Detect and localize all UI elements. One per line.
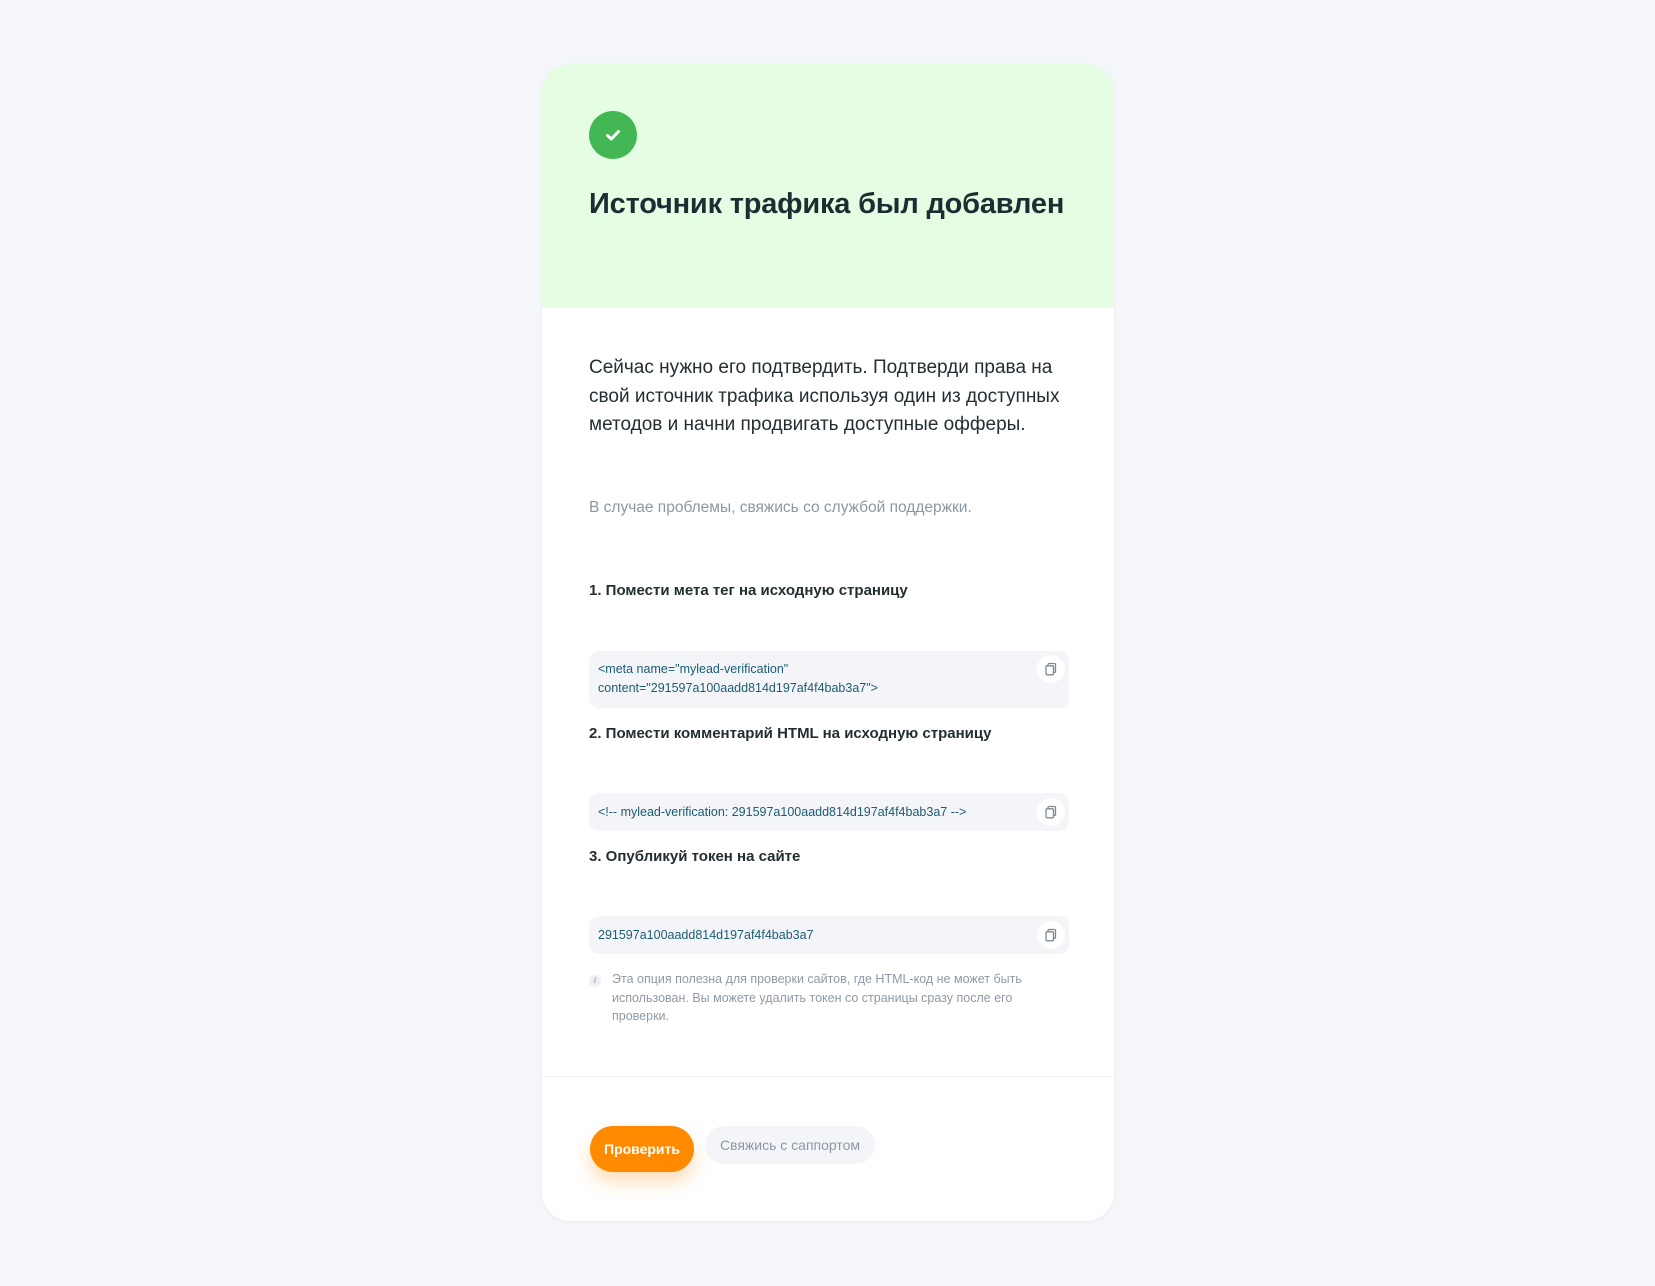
copy-meta-tag-button[interactable] [1037, 655, 1065, 683]
copy-icon [1044, 805, 1058, 819]
token-code[interactable]: 291597a100aadd814d197af4f4bab3a7 [598, 926, 814, 945]
copy-token-button[interactable] [1037, 921, 1065, 949]
meta-tag-code-box: <meta name="mylead-verification" content… [589, 651, 1069, 708]
html-comment-code[interactable]: <!-- mylead-verification: 291597a100aadd… [598, 803, 966, 822]
method-1-title: 1. Помести мета тег на исходную страницу [589, 582, 908, 599]
verify-button[interactable]: Проверить [590, 1126, 694, 1172]
footer-divider [542, 1076, 1114, 1077]
token-code-box: 291597a100aadd814d197af4f4bab3a7 [589, 916, 1069, 954]
method-2-title: 2. Помести комментарий HTML на исходную … [589, 725, 992, 742]
meta-tag-code[interactable]: <meta name="mylead-verification" content… [598, 660, 878, 698]
method-3-title: 3. Опубликуй токен на сайте [589, 848, 801, 865]
support-note: В случае проблемы, свяжись со службой по… [589, 499, 972, 516]
success-header: Источник трафика был добавлен [542, 64, 1114, 308]
page-title: Источник трафика был добавлен [589, 188, 1065, 220]
contact-support-button[interactable]: Свяжись с саппортом [705, 1126, 875, 1164]
check-icon [589, 111, 637, 159]
copy-icon [1044, 662, 1058, 676]
copy-icon [1044, 928, 1058, 942]
verification-card: Источник трафика был добавлен Сейчас нуж… [542, 64, 1114, 1221]
token-hint-text: Эта опция полезна для проверки сайтов, г… [612, 972, 1022, 1024]
info-icon: i [589, 975, 601, 987]
intro-text: Сейчас нужно его подтвердить. Подтверди … [589, 357, 1060, 435]
html-comment-code-box: <!-- mylead-verification: 291597a100aadd… [589, 793, 1069, 831]
copy-html-comment-button[interactable] [1037, 798, 1065, 826]
